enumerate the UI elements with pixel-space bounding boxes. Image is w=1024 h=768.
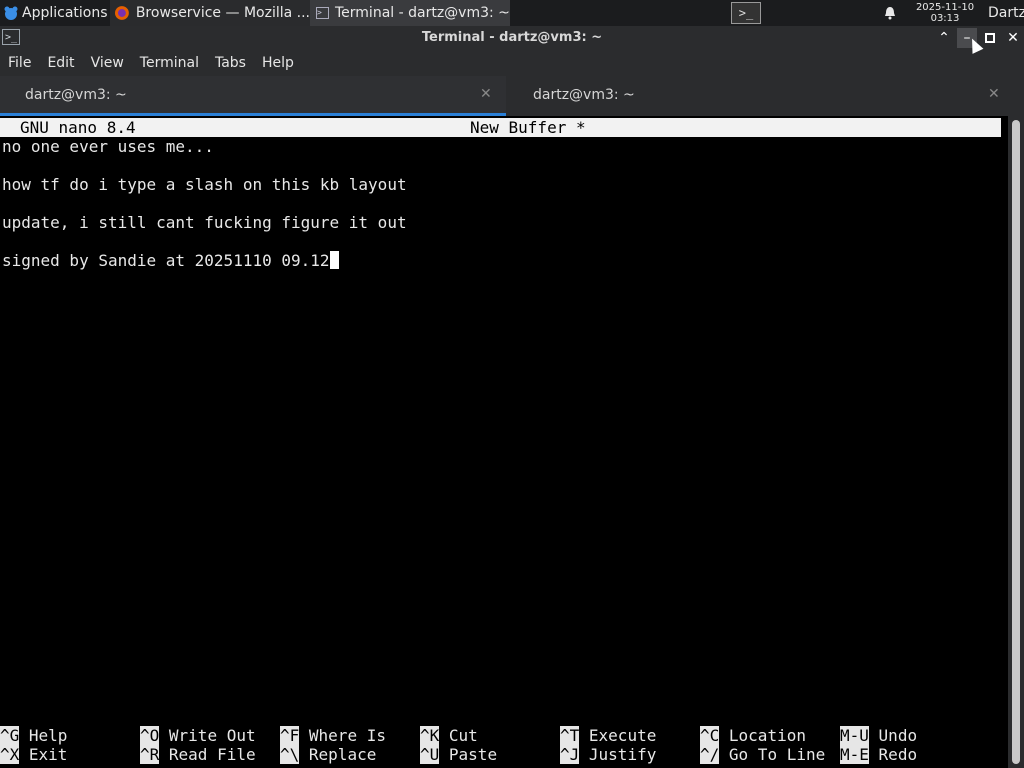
shortcut-exit[interactable]: ^X Exit: [0, 745, 67, 764]
text-line: update, i still cant fucking figure it o…: [2, 213, 407, 232]
terminal-icon: >_: [731, 2, 761, 24]
menu-edit[interactable]: Edit: [39, 50, 82, 76]
bell-icon: [885, 7, 895, 20]
shortcut-key: M-U: [840, 726, 869, 745]
menu-help[interactable]: Help: [254, 50, 302, 76]
shortcut-label: Redo: [878, 745, 918, 764]
tab-terminal-2[interactable]: dartz@vm3: ~ ✕: [508, 76, 1024, 116]
tab-terminal-1[interactable]: dartz@vm3: ~ ✕: [0, 76, 506, 116]
shortcut-key: ^O: [140, 726, 160, 745]
nano-version: GNU nano 8.4: [20, 118, 136, 137]
shortcut-justify[interactable]: ^J Justify: [560, 745, 656, 764]
shortcut-execute[interactable]: ^T Execute: [560, 726, 656, 745]
taskbar-item-firefox[interactable]: Browservice — Mozilla ...: [110, 0, 310, 26]
menu-file[interactable]: File: [0, 50, 39, 76]
shortcut-redo[interactable]: M-E Redo: [840, 745, 917, 764]
shortcut-key: ^R: [140, 745, 160, 764]
shortcut-key: ^/: [700, 745, 720, 764]
shortcut-label: Exit: [28, 745, 68, 764]
vertical-scrollbar[interactable]: [1008, 116, 1024, 768]
terminal-area[interactable]: GNU nano 8.4 New Buffer * no one ever us…: [0, 116, 1008, 768]
shortcut-key: ^\: [280, 745, 300, 764]
shortcut-replace[interactable]: ^\ Replace: [280, 745, 376, 764]
menu-bar: File Edit View Terminal Tabs Help: [0, 50, 1024, 76]
shortcut-label: Help: [28, 726, 68, 745]
firefox-icon: [114, 6, 129, 20]
shortcut-label: Location: [728, 726, 806, 745]
top-panel: Applications Browservice — Mozilla ... >…: [0, 0, 1024, 26]
text-cursor: [329, 251, 339, 269]
shade-button[interactable]: ⌃: [934, 28, 954, 48]
clock[interactable]: 2025-11-10 03:13: [906, 0, 984, 26]
shortcut-cut[interactable]: ^K Cut: [420, 726, 478, 745]
shortcut-label: Read File: [168, 745, 256, 764]
taskbar-item-terminal[interactable]: > Terminal - dartz@vm3: ~: [310, 0, 510, 26]
terminal-icon[interactable]: >_: [2, 29, 20, 45]
shortcut-paste[interactable]: ^U Paste: [420, 745, 497, 764]
maximize-icon: [985, 33, 995, 43]
shortcut-label: Paste: [448, 745, 498, 764]
shortcut-label: Go To Line: [728, 745, 826, 764]
shortcut-help[interactable]: ^G Help: [0, 726, 67, 745]
maximize-button[interactable]: [980, 28, 1000, 48]
close-icon[interactable]: ✕: [480, 86, 492, 102]
shortcut-label: Justify: [588, 745, 657, 764]
shortcut-key: ^J: [560, 745, 580, 764]
menu-view[interactable]: View: [83, 50, 132, 76]
shortcut-key: ^C: [700, 726, 720, 745]
shortcut-key: ^U: [420, 745, 440, 764]
applications-label: Applications: [22, 5, 108, 21]
text-line: no one ever uses me...: [2, 137, 214, 156]
text-line: how tf do i type a slash on this kb layo…: [2, 175, 407, 194]
shortcut-key: ^K: [420, 726, 440, 745]
user-name: Dartz: [988, 5, 1024, 21]
shortcut-label: Replace: [308, 745, 377, 764]
nano-title-bar: GNU nano 8.4 New Buffer *: [0, 118, 1001, 137]
shortcut-label: Execute: [588, 726, 657, 745]
shortcut-location[interactable]: ^C Location: [700, 726, 806, 745]
scrollbar-thumb[interactable]: [1012, 120, 1020, 764]
shortcut-key: ^F: [280, 726, 300, 745]
shortcut-label: Undo: [878, 726, 918, 745]
shortcut-key: ^X: [0, 745, 20, 764]
taskbar-item-label: Browservice — Mozilla ...: [135, 5, 310, 21]
chevron-up-icon: ⌃: [938, 30, 950, 46]
shortcut-key: ^T: [560, 726, 580, 745]
user-menu[interactable]: Dartz: [988, 0, 1024, 26]
tab-label: dartz@vm3: ~: [533, 87, 635, 103]
shortcut-read-file[interactable]: ^R Read File: [140, 745, 256, 764]
notifications-bell-icon[interactable]: [880, 0, 900, 26]
close-icon[interactable]: ✕: [988, 86, 1000, 102]
shortcut-key: ^G: [0, 726, 20, 745]
shortcut-label: Where Is: [308, 726, 386, 745]
terminal-icon: >: [316, 7, 329, 19]
shortcut-key: M-E: [840, 745, 869, 764]
shortcut-undo[interactable]: M-U Undo: [840, 726, 917, 745]
window-title: Terminal - dartz@vm3: ~: [421, 30, 603, 45]
window-titlebar[interactable]: >_ Terminal - dartz@vm3: ~ ⌃ – ✕: [0, 26, 1024, 50]
clock-time: 03:13: [930, 13, 960, 24]
taskbar-item-label: Terminal - dartz@vm3: ~: [335, 5, 510, 21]
clock-date: 2025-11-10: [915, 2, 975, 13]
shortcut-write-out[interactable]: ^O Write Out: [140, 726, 256, 745]
applications-menu-button[interactable]: Applications: [0, 0, 108, 26]
menu-terminal[interactable]: Terminal: [132, 50, 207, 76]
shortcut-where-is[interactable]: ^F Where Is: [280, 726, 386, 745]
tab-bar: dartz@vm3: ~ ✕ dartz@vm3: ~ ✕: [0, 76, 1024, 116]
text-line: signed by Sandie at 20251110 09.12: [2, 251, 339, 270]
nano-buffer-name: New Buffer *: [470, 118, 586, 137]
tray-terminal-launcher[interactable]: >_: [730, 0, 762, 26]
tab-label: dartz@vm3: ~: [25, 87, 127, 103]
shortcut-label: Write Out: [168, 726, 256, 745]
shortcut-go-to-line[interactable]: ^/ Go To Line: [700, 745, 825, 764]
xfce-mouse-icon: [4, 6, 18, 20]
menu-tabs[interactable]: Tabs: [207, 50, 254, 76]
close-icon: ✕: [1007, 30, 1019, 46]
close-button[interactable]: ✕: [1003, 28, 1023, 48]
shortcut-label: Cut: [448, 726, 478, 745]
text-line-content: signed by Sandie at 20251110 09.12: [2, 251, 330, 270]
